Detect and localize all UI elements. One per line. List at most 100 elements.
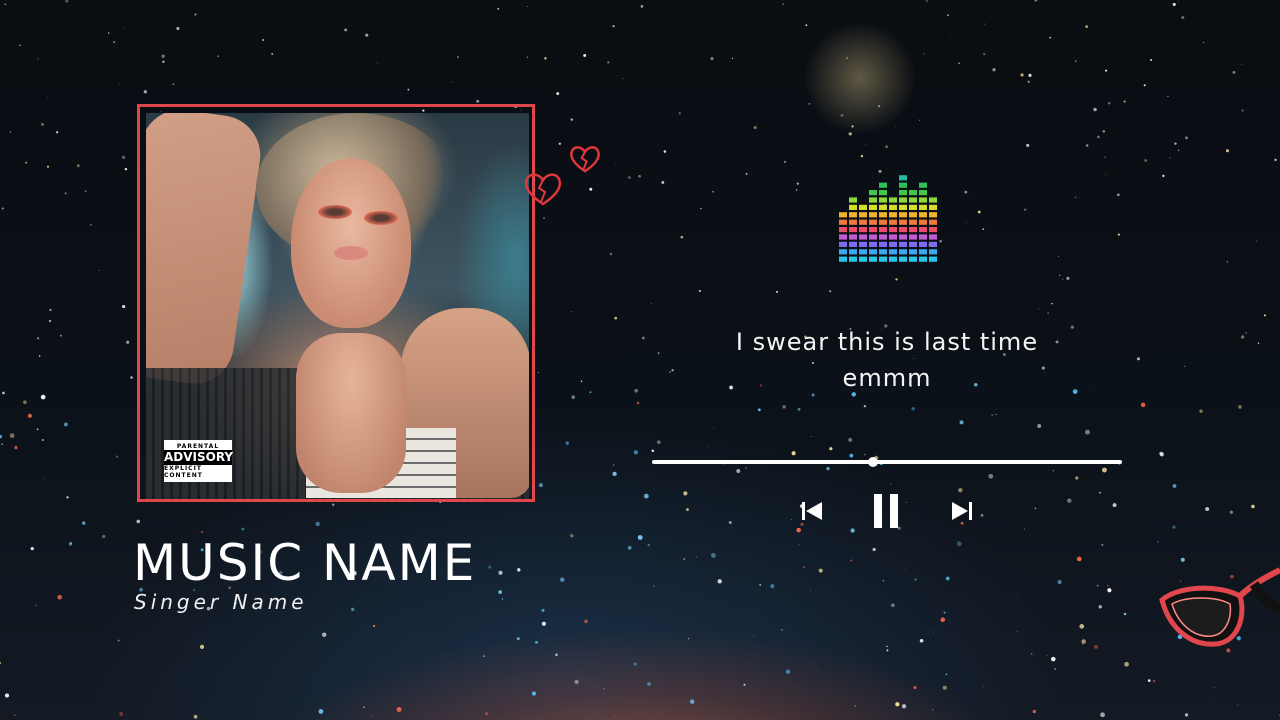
advisory-bottom-text: EXPLICIT CONTENT bbox=[164, 465, 203, 479]
equalizer-segment bbox=[899, 256, 907, 262]
equalizer-segment bbox=[879, 219, 887, 225]
equalizer-segment bbox=[859, 241, 867, 247]
equalizer-segment bbox=[869, 256, 877, 262]
broken-heart-icon bbox=[524, 173, 562, 206]
equalizer-segment bbox=[869, 197, 877, 203]
equalizer-segment bbox=[909, 204, 917, 210]
equalizer-segment bbox=[899, 241, 907, 247]
equalizer-segment bbox=[919, 204, 927, 210]
equalizer-segment bbox=[909, 219, 917, 225]
pause-icon[interactable] bbox=[872, 492, 900, 530]
equalizer-segment bbox=[929, 227, 937, 233]
skip-previous-icon[interactable] bbox=[800, 500, 824, 522]
equalizer-segment bbox=[879, 190, 887, 196]
equalizer-segment bbox=[919, 241, 927, 247]
equalizer-segment bbox=[859, 212, 867, 218]
equalizer-segment bbox=[869, 204, 877, 210]
equalizer-segment bbox=[839, 227, 847, 233]
equalizer-segment bbox=[889, 234, 897, 240]
equalizer-segment bbox=[859, 249, 867, 255]
equalizer-segment bbox=[899, 197, 907, 203]
equalizer-segment bbox=[849, 227, 857, 233]
progress-track[interactable] bbox=[652, 460, 1122, 464]
equalizer-segment bbox=[919, 212, 927, 218]
equalizer-segment bbox=[909, 212, 917, 218]
progress-bar[interactable] bbox=[652, 457, 1122, 467]
advisory-middle-text: ADVISORY bbox=[164, 450, 234, 465]
equalizer-segment bbox=[889, 241, 897, 247]
equalizer-segment bbox=[929, 249, 937, 255]
broken-heart-icon-small bbox=[570, 146, 600, 173]
equalizer-segment bbox=[839, 256, 847, 262]
equalizer-segment bbox=[909, 256, 917, 262]
equalizer-segment bbox=[869, 234, 877, 240]
equalizer-segment bbox=[889, 204, 897, 210]
equalizer-segment bbox=[899, 204, 907, 210]
equalizer-segment bbox=[909, 197, 917, 203]
equalizer-segment bbox=[929, 256, 937, 262]
equalizer-segment bbox=[849, 197, 857, 203]
equalizer-segment bbox=[899, 219, 907, 225]
equalizer-segment bbox=[879, 212, 887, 218]
equalizer-segment bbox=[909, 249, 917, 255]
equalizer-segment bbox=[849, 219, 857, 225]
equalizer-segment bbox=[899, 234, 907, 240]
equalizer-segment bbox=[889, 197, 897, 203]
equalizer-segment bbox=[869, 249, 877, 255]
equalizer-segment bbox=[929, 204, 937, 210]
equalizer-segment bbox=[849, 249, 857, 255]
skip-next-icon[interactable] bbox=[950, 500, 974, 522]
equalizer-segment bbox=[929, 212, 937, 218]
equalizer-segment bbox=[929, 197, 937, 203]
equalizer-segment bbox=[859, 256, 867, 262]
equalizer-segment bbox=[919, 256, 927, 262]
equalizer-segment bbox=[919, 219, 927, 225]
equalizer-segment bbox=[929, 241, 937, 247]
progress-handle[interactable] bbox=[867, 457, 878, 467]
equalizer-segment bbox=[859, 234, 867, 240]
equalizer-segment bbox=[929, 234, 937, 240]
artist-name: Singer Name bbox=[134, 590, 308, 614]
equalizer-segment bbox=[859, 227, 867, 233]
equalizer-segment bbox=[919, 227, 927, 233]
equalizer-segment bbox=[909, 227, 917, 233]
equalizer-segment bbox=[929, 219, 937, 225]
equalizer-segment bbox=[859, 219, 867, 225]
equalizer-segment bbox=[879, 234, 887, 240]
equalizer-segment bbox=[859, 204, 867, 210]
parental-advisory-label: PARENTAL ADVISORY EXPLICIT CONTENT bbox=[164, 440, 234, 482]
equalizer-segment bbox=[889, 227, 897, 233]
equalizer-segment bbox=[889, 212, 897, 218]
equalizer-segment bbox=[889, 219, 897, 225]
equalizer-segment bbox=[879, 256, 887, 262]
equalizer-segment bbox=[839, 234, 847, 240]
equalizer-segment bbox=[839, 241, 847, 247]
equalizer-segment bbox=[869, 241, 877, 247]
equalizer-segment bbox=[849, 204, 857, 210]
advisory-top-text: PARENTAL bbox=[176, 443, 220, 450]
cover-eye-right bbox=[364, 211, 398, 225]
cover-hand bbox=[296, 333, 406, 493]
equalizer-segment bbox=[919, 234, 927, 240]
equalizer-segment bbox=[889, 256, 897, 262]
equalizer-segment bbox=[839, 219, 847, 225]
sunglasses-icon bbox=[1159, 567, 1280, 647]
equalizer-segment bbox=[879, 227, 887, 233]
equalizer-segment bbox=[879, 182, 887, 188]
lyric-line-next: emmm bbox=[842, 364, 932, 392]
equalizer-segment bbox=[919, 182, 927, 188]
equalizer-segment bbox=[899, 190, 907, 196]
cover-lips bbox=[334, 246, 368, 260]
equalizer-segment bbox=[849, 234, 857, 240]
equalizer-segment bbox=[849, 256, 857, 262]
equalizer-segment bbox=[869, 190, 877, 196]
equalizer-segment bbox=[899, 249, 907, 255]
equalizer-segment bbox=[879, 197, 887, 203]
equalizer-segment bbox=[869, 219, 877, 225]
equalizer-segment bbox=[869, 212, 877, 218]
equalizer-segment bbox=[919, 190, 927, 196]
equalizer-segment bbox=[849, 212, 857, 218]
equalizer-segment bbox=[919, 197, 927, 203]
cover-arm bbox=[146, 113, 266, 389]
equalizer-segment bbox=[909, 234, 917, 240]
